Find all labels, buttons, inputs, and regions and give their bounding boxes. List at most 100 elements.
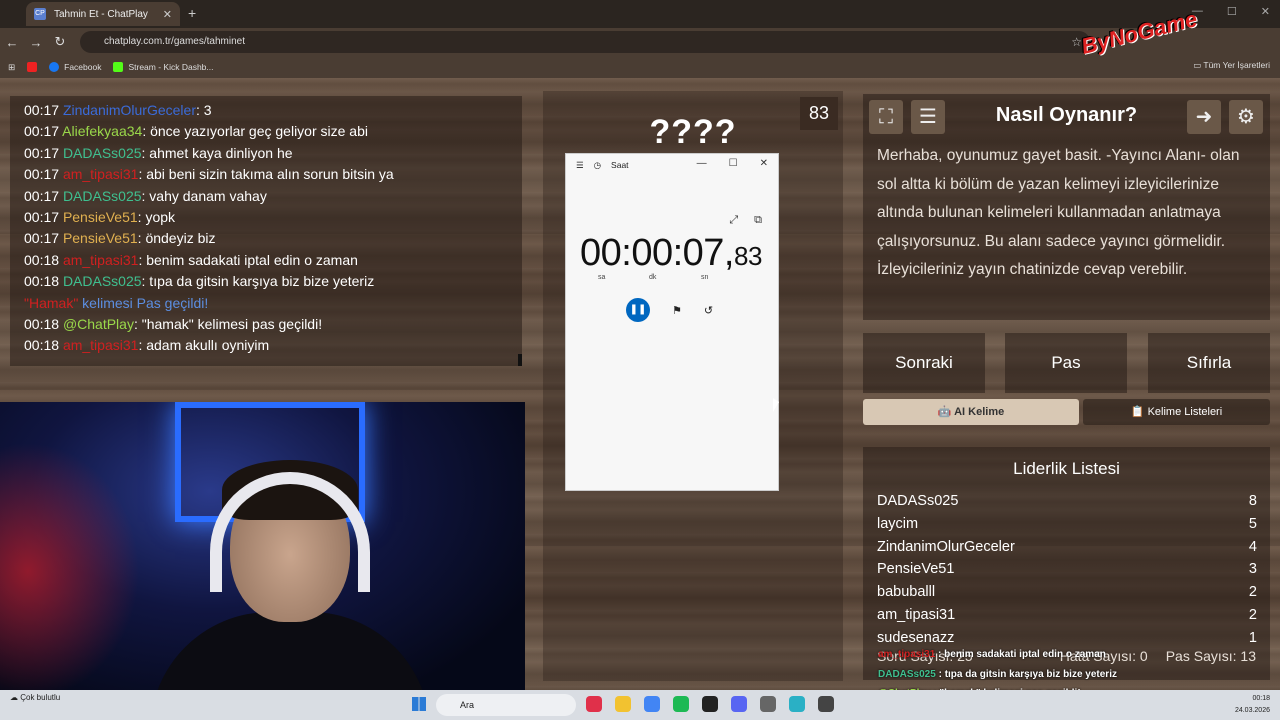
kick-bookmark[interactable]: Stream - Kick Dashb... bbox=[113, 62, 214, 72]
leaderboard-row: DADASs025 8 bbox=[877, 490, 1257, 513]
weather-widget[interactable]: ☁ Çok bulutlu bbox=[10, 692, 60, 703]
chat-username[interactable]: Aliefekyaa34 bbox=[62, 123, 142, 139]
chat-message: 00:17 PensieVe51: yopk bbox=[24, 207, 508, 228]
how-to-play-text: Merhaba, oyunumuz gayet basit. -Yayıncı … bbox=[877, 147, 1240, 278]
expand-icon[interactable]: ⤢ bbox=[729, 214, 738, 227]
red-light bbox=[0, 442, 140, 700]
forward-icon[interactable]: → bbox=[24, 35, 48, 50]
chat-text: : abi beni sizin takıma alın sorun bitsi… bbox=[138, 166, 394, 183]
reload-icon[interactable]: ↻ bbox=[48, 34, 72, 50]
obs-icon[interactable] bbox=[702, 696, 718, 712]
leaderboard-name: ZindanimOlurGeceler bbox=[877, 538, 1015, 555]
youtube-bookmark[interactable] bbox=[27, 62, 38, 72]
pass-button[interactable]: Pas bbox=[1005, 333, 1127, 393]
windows-start-icon[interactable] bbox=[412, 697, 426, 711]
leaderboard-name: PensieVe51 bbox=[877, 561, 955, 578]
stopwatch-ms: 83 bbox=[733, 241, 762, 271]
chat-time: 00:18 bbox=[24, 337, 63, 354]
reset-button[interactable]: Sıfırla bbox=[1148, 333, 1270, 393]
all-bookmarks-label: Tüm Yer İşaretleri bbox=[1203, 60, 1270, 70]
window-controls: — ☐ ✕ bbox=[1192, 5, 1270, 18]
tray-time: 00:18 bbox=[1252, 695, 1270, 702]
chat-username[interactable]: DADASs025 bbox=[63, 273, 142, 289]
chat-username[interactable]: ZindanimOlurGeceler bbox=[63, 102, 196, 118]
chat-text: : yopk bbox=[137, 209, 176, 226]
compact-overlay-icon[interactable]: ⧉ bbox=[754, 214, 762, 227]
overlay-chat-message: am_tipasi31 : benim sadakati iptal edin … bbox=[878, 645, 1178, 665]
stopwatch-time: 00:00:07,83 bbox=[580, 232, 762, 275]
url-field[interactable]: chatplay.com.tr/games/tahminet ☆ bbox=[80, 31, 1090, 53]
maximize-icon[interactable]: ☐ bbox=[729, 158, 738, 169]
chat-username[interactable]: @ChatPlay bbox=[63, 316, 134, 332]
logout-icon[interactable]: ➜ bbox=[1187, 100, 1221, 134]
chat-username[interactable]: am_tipasi31 bbox=[63, 252, 139, 268]
clock-app-icon: ◷ bbox=[593, 159, 602, 170]
lap-flag-icon[interactable]: ⚑ bbox=[672, 304, 682, 317]
chatplay-favicon-icon: CP bbox=[34, 8, 46, 20]
chat-text: kelimesi Pas geçildi! bbox=[78, 294, 209, 311]
unit-minutes: dk bbox=[649, 274, 657, 281]
chat-time: 00:17 bbox=[24, 187, 63, 204]
spotify-icon[interactable] bbox=[673, 696, 689, 712]
app-icon[interactable] bbox=[818, 696, 834, 712]
hamburger-menu-icon[interactable]: ☰ bbox=[576, 160, 584, 171]
chat-username[interactable]: DADASs025 bbox=[63, 145, 142, 161]
leaderboard-score: 2 bbox=[1248, 584, 1257, 601]
leaderboard-row: ZindanimOlurGeceler 4 bbox=[877, 536, 1257, 559]
chat-message: 00:17 Aliefekyaa34: önce yazıyorlar geç … bbox=[24, 121, 508, 142]
pause-icon[interactable]: ❚❚ bbox=[626, 298, 650, 322]
chat-username[interactable]: "Hamak" bbox=[24, 295, 78, 311]
maximize-icon[interactable]: ☐ bbox=[1227, 5, 1237, 18]
new-tab-icon[interactable]: + bbox=[188, 5, 196, 21]
tray-date: 24.03.2026 bbox=[1234, 707, 1270, 714]
leaderboard-title: Liderlik Listesi bbox=[1013, 459, 1120, 478]
apps-grid-icon[interactable]: ⊞ bbox=[8, 62, 15, 73]
leaderboard-name: laycim bbox=[877, 515, 919, 532]
clock-app-title: Saat bbox=[611, 160, 629, 170]
app-icon[interactable] bbox=[586, 696, 602, 712]
overlay-chat-text: : benim sadakati iptal edin o zaman bbox=[935, 649, 1106, 660]
youtube-icon bbox=[27, 62, 38, 72]
reset-icon[interactable]: ↺ bbox=[704, 304, 713, 317]
chat-username[interactable]: am_tipasi31 bbox=[63, 337, 139, 353]
leaderboard-score: 5 bbox=[1248, 515, 1257, 532]
leaderboard-score: 4 bbox=[1248, 538, 1257, 555]
chat-time: 00:18 bbox=[24, 273, 63, 290]
close-window-icon[interactable]: ✕ bbox=[1261, 5, 1270, 18]
chat-text: : öndeyiz biz bbox=[137, 230, 216, 247]
unit-seconds: sn bbox=[701, 274, 709, 281]
all-bookmarks[interactable]: ▭ Tüm Yer İşaretleri bbox=[1193, 60, 1270, 71]
close-tab-icon[interactable]: ✕ bbox=[163, 8, 172, 21]
kick-icon bbox=[113, 62, 124, 72]
chat-scrollbar[interactable] bbox=[518, 354, 522, 366]
chat-text: : benim sadakati iptal edin o zaman bbox=[138, 251, 358, 268]
minimize-icon[interactable]: — bbox=[697, 158, 707, 169]
next-button[interactable]: Sonraki bbox=[863, 333, 985, 393]
chat-message: 00:17 ZindanimOlurGeceler: 3 bbox=[24, 100, 508, 121]
discord-icon[interactable] bbox=[731, 696, 747, 712]
back-icon[interactable]: ← bbox=[0, 35, 24, 50]
facebook-bookmark[interactable]: Facebook bbox=[49, 62, 101, 72]
leaderboard-score: 3 bbox=[1248, 561, 1257, 578]
close-icon[interactable]: ✕ bbox=[760, 158, 768, 169]
chat-username[interactable]: DADASs025 bbox=[63, 188, 142, 204]
chat-text: : adam akullı oyniyim bbox=[138, 337, 270, 354]
browser-tab[interactable]: CP Tahmin Et - ChatPlay ✕ bbox=[26, 2, 180, 26]
url-text: chatplay.com.tr/games/tahminet bbox=[104, 36, 245, 47]
word-lists-button[interactable]: 📋 Kelime Listeleri bbox=[1083, 399, 1270, 425]
folder-icon[interactable] bbox=[615, 696, 631, 712]
chat-username[interactable]: PensieVe51 bbox=[63, 230, 138, 246]
streamer-body bbox=[150, 612, 430, 700]
gear-icon[interactable]: ⚙ bbox=[1229, 100, 1263, 134]
app-icon[interactable] bbox=[789, 696, 805, 712]
chat-time: 00:17 bbox=[24, 144, 63, 161]
cloud-icon: ☁ bbox=[10, 693, 21, 702]
chat-text: : 3 bbox=[196, 102, 212, 118]
ai-word-button[interactable]: 🤖 AI Kelime bbox=[863, 399, 1079, 425]
chat-username[interactable]: PensieVe51 bbox=[63, 209, 138, 225]
system-tray[interactable]: 00:18 24.03.2026 bbox=[1235, 693, 1270, 717]
chrome-icon[interactable] bbox=[644, 696, 660, 712]
chat-username[interactable]: am_tipasi31 bbox=[63, 166, 139, 182]
taskbar-search[interactable]: Ara bbox=[436, 694, 576, 716]
app-icon[interactable] bbox=[760, 696, 776, 712]
